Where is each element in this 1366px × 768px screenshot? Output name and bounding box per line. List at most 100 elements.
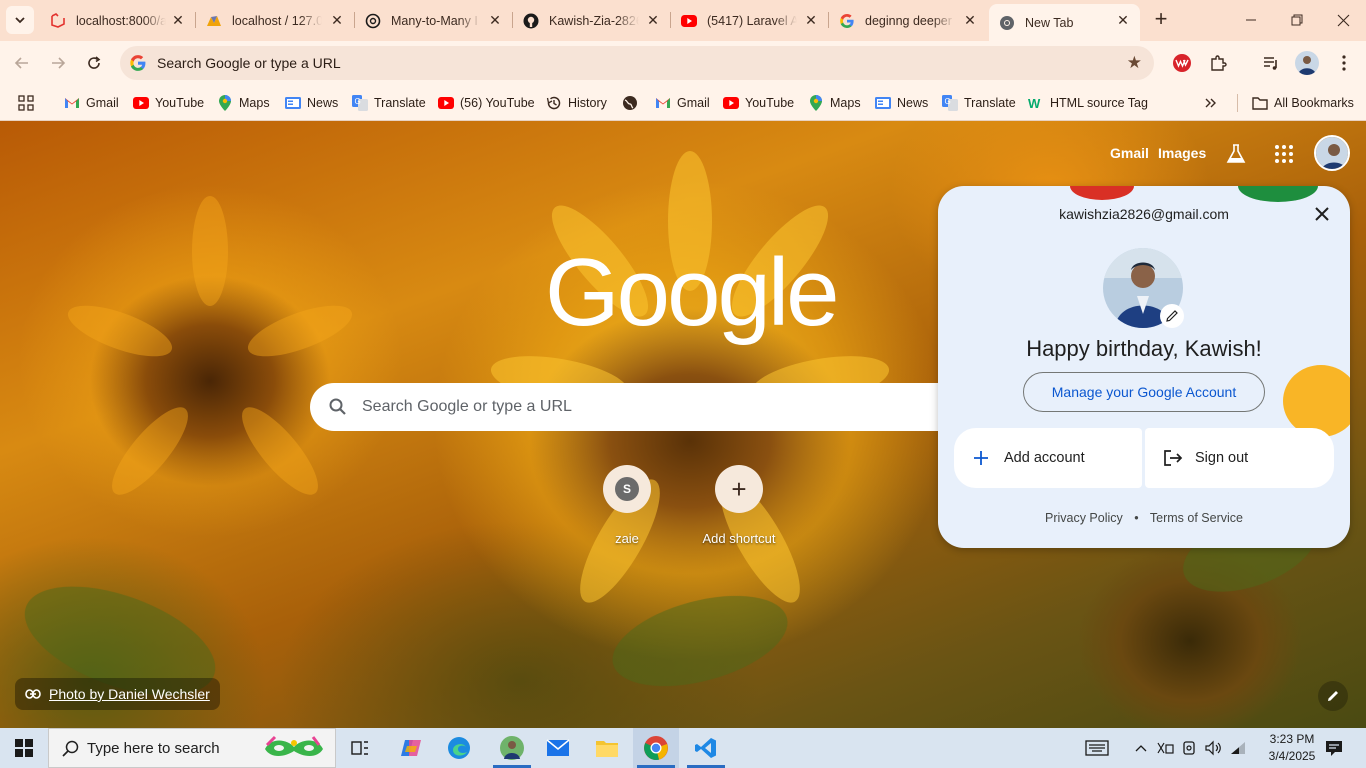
svg-text:G: G xyxy=(945,97,951,106)
add-shortcut-tile[interactable]: + Add shortcut xyxy=(683,465,795,546)
close-popup-button[interactable] xyxy=(1312,204,1332,224)
tab-search-button[interactable] xyxy=(6,6,34,34)
sign-out-button[interactable]: Sign out xyxy=(1145,428,1334,488)
edit-avatar-button[interactable] xyxy=(1160,304,1184,328)
privacy-policy-link[interactable]: Privacy Policy xyxy=(1045,511,1123,525)
taskbar-search-box[interactable]: Type here to search xyxy=(48,728,336,768)
bookmark-translate[interactable]: G Translate xyxy=(352,92,426,114)
new-tab-button[interactable]: + xyxy=(1149,8,1173,32)
forward-button[interactable] xyxy=(44,49,72,77)
close-tab-icon[interactable]: ✕ xyxy=(646,13,660,27)
bookmark-youtube-2[interactable]: YouTube xyxy=(723,92,794,114)
bookmark-html-source-tag[interactable]: W HTML source Tag xyxy=(1028,92,1148,114)
arrow-right-icon xyxy=(52,57,66,69)
bookmark-youtube-56[interactable]: (56) YouTube xyxy=(438,92,535,114)
shortcut-tile[interactable]: S zaie xyxy=(571,465,683,546)
customize-chrome-button[interactable] xyxy=(1318,681,1348,711)
images-link[interactable]: Images xyxy=(1158,145,1206,161)
yellow-balloon-decoration xyxy=(1283,365,1350,437)
edge-button[interactable] xyxy=(436,728,482,768)
copilot-button[interactable] xyxy=(388,728,434,768)
bookmark-youtube[interactable]: YouTube xyxy=(133,92,204,114)
bookmark-label: (56) YouTube xyxy=(460,96,535,110)
bookmark-maps[interactable]: Maps xyxy=(217,92,270,114)
close-tab-icon[interactable]: ✕ xyxy=(804,13,818,27)
bookmark-gmail[interactable]: Gmail xyxy=(64,92,119,114)
chrome-taskbar-button[interactable] xyxy=(633,728,679,768)
bookmark-globe[interactable] xyxy=(622,92,644,114)
add-account-button[interactable]: Add account xyxy=(954,428,1142,488)
account-avatar-button[interactable] xyxy=(1314,135,1350,171)
keyboard-layout-button[interactable] xyxy=(1082,728,1112,768)
restore-button[interactable] xyxy=(1274,0,1320,40)
bookmark-news-2[interactable]: News xyxy=(875,92,928,114)
file-explorer-button[interactable] xyxy=(584,728,630,768)
all-bookmarks-button[interactable]: All Bookmarks xyxy=(1252,92,1354,114)
double-chevron-right-icon xyxy=(1205,98,1216,108)
close-window-button[interactable] xyxy=(1320,0,1366,40)
chrome-menu-button[interactable] xyxy=(1332,51,1356,75)
notifications-button[interactable] xyxy=(1320,728,1348,768)
bookmark-translate-2[interactable]: G Translate xyxy=(942,92,1016,114)
profile-avatar-button[interactable] xyxy=(1295,51,1319,75)
tab-google-search[interactable]: deginng deeper ✕ xyxy=(829,4,987,37)
close-tab-icon[interactable]: ✕ xyxy=(171,13,185,27)
volume-button[interactable] xyxy=(1202,728,1224,768)
network-button[interactable] xyxy=(1226,728,1250,768)
apps-button[interactable] xyxy=(18,92,34,114)
vscode-taskbar-button[interactable] xyxy=(683,728,729,768)
bookmark-gmail-2[interactable]: Gmail xyxy=(655,92,710,114)
tab-youtube-laravel[interactable]: (5417) Laravel A ✕ xyxy=(671,4,828,37)
tab-many-to-many[interactable]: Many-to-Many I ✕ xyxy=(355,4,512,37)
task-view-button[interactable] xyxy=(337,728,383,768)
close-tab-icon[interactable]: ✕ xyxy=(488,13,502,27)
close-tab-icon[interactable]: ✕ xyxy=(1116,13,1130,27)
news-icon xyxy=(875,95,891,111)
tab-localhost-8000[interactable]: localhost:8000/a ✕ xyxy=(40,4,195,37)
green-balloon-decoration xyxy=(1238,186,1318,202)
tab-github[interactable]: Kawish-Zia-2826 ✕ xyxy=(513,4,670,37)
input-method-button[interactable] xyxy=(1154,728,1176,768)
labs-button[interactable] xyxy=(1225,143,1247,165)
reload-button[interactable] xyxy=(80,49,108,77)
news-icon xyxy=(285,95,301,111)
extensions-button[interactable] xyxy=(1206,51,1230,75)
bookmark-label: Gmail xyxy=(677,96,710,110)
svg-text:G: G xyxy=(355,97,361,106)
bookmark-news[interactable]: News xyxy=(285,92,338,114)
browser-toolbar: Search Google or type a URL ★ xyxy=(0,41,1366,85)
ntp-search-box[interactable] xyxy=(310,383,1010,431)
bookmark-star-icon[interactable]: ★ xyxy=(1127,53,1142,73)
minimize-button[interactable] xyxy=(1228,0,1274,40)
close-tab-icon[interactable]: ✕ xyxy=(963,13,977,27)
mail-button[interactable] xyxy=(535,728,581,768)
search-icon xyxy=(329,398,346,415)
wifi-signal-icon xyxy=(1231,742,1245,754)
terms-of-service-link[interactable]: Terms of Service xyxy=(1150,511,1243,525)
bookmarks-overflow-button[interactable] xyxy=(1204,92,1218,114)
manage-account-button[interactable]: Manage your Google Account xyxy=(1023,372,1265,412)
show-hidden-icons-button[interactable] xyxy=(1131,728,1151,768)
bookmark-label: YouTube xyxy=(745,96,795,110)
start-button[interactable] xyxy=(0,728,48,768)
taskbar-app-profile[interactable] xyxy=(489,728,535,768)
tab-title: (5417) Laravel A xyxy=(707,13,797,28)
device-tray-button[interactable] xyxy=(1178,728,1200,768)
windows-taskbar: Type here to search 3:23 PM 3/4/2025 xyxy=(0,728,1366,768)
close-icon xyxy=(1337,14,1349,26)
extension-wv-button[interactable] xyxy=(1170,51,1194,75)
bookmark-maps-2[interactable]: Maps xyxy=(808,92,861,114)
google-apps-button[interactable] xyxy=(1273,143,1295,165)
gmail-link[interactable]: Gmail xyxy=(1110,145,1149,161)
phpmyadmin-icon xyxy=(206,13,222,29)
close-tab-icon[interactable]: ✕ xyxy=(330,13,344,27)
taskbar-clock[interactable]: 3:23 PM 3/4/2025 xyxy=(1262,731,1322,765)
back-button[interactable] xyxy=(8,49,36,77)
tab-phpmyadmin[interactable]: localhost / 127.0 ✕ xyxy=(196,4,354,37)
media-controls-button[interactable] xyxy=(1259,51,1283,75)
address-bar[interactable]: Search Google or type a URL ★ xyxy=(120,46,1154,80)
tab-new-tab[interactable]: New Tab ✕ xyxy=(989,4,1140,41)
photo-credit-link[interactable]: Photo by Daniel Wechsler xyxy=(15,678,220,710)
ntp-search-input[interactable] xyxy=(362,398,922,416)
bookmark-history[interactable]: History xyxy=(546,92,607,114)
